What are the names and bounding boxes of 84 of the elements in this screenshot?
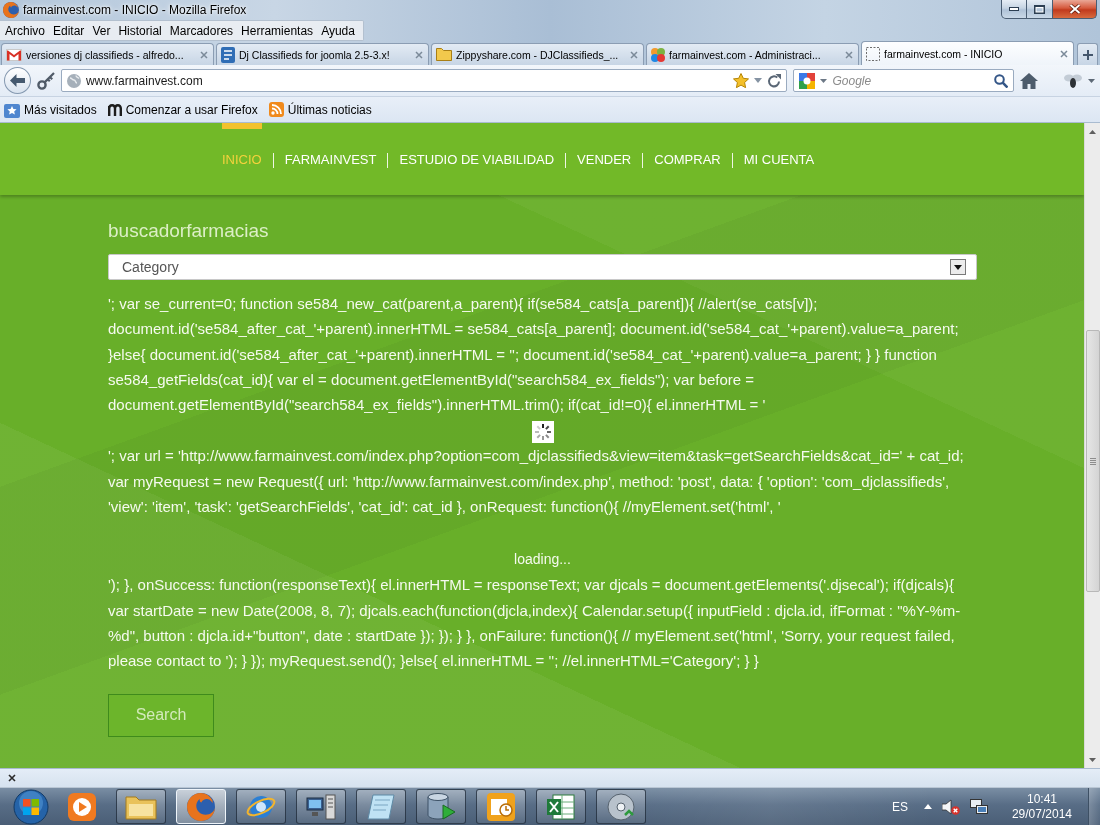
bookmark-link[interactable]: Comenzar a usar Firefox xyxy=(107,102,258,117)
caret-icon[interactable] xyxy=(1088,78,1095,83)
feed-icon xyxy=(268,102,284,117)
search-field[interactable]: Google xyxy=(793,69,1014,92)
monitor-icon xyxy=(306,793,336,820)
taskbar-button[interactable] xyxy=(476,789,526,824)
maximize-button[interactable] xyxy=(1027,0,1053,19)
scrollbar-thumb[interactable] xyxy=(1085,330,1100,592)
new-tab-button[interactable] xyxy=(1077,43,1098,65)
insect-icon[interactable] xyxy=(1064,73,1082,88)
home-icon[interactable] xyxy=(1020,72,1038,89)
menu-item[interactable]: Archivo xyxy=(1,21,49,40)
globe-icon xyxy=(66,73,81,88)
blank-page-icon xyxy=(866,46,880,61)
window-title: farmainvest.com - INICIO - Mozilla Firefox xyxy=(23,3,247,17)
page-icon xyxy=(221,46,235,63)
loading-text: loading... xyxy=(514,550,571,570)
browser-tab[interactable]: farmainvest.com - INICIO xyxy=(861,41,1074,65)
script-text: '; var url = 'http://www.farmainvest.com/index.php?option=com_djclassifieds&view=item&task=getSearchFields&cat_id=' + cat_id; var myRequest = new Request({ url: 'http://www.farmainvest.com/index.php', method: 'post', data: { 'option': 'com_djclassifieds', 'view': 'item', 'task': 'getSearchFields', 'cat_id': cat_id }, onRequest: function(){ //myElement.set('html', ' xyxy=(108,446,965,518)
key-icon[interactable] xyxy=(36,71,55,90)
address-field[interactable]: www.farmainvest.com xyxy=(60,69,788,92)
show-desktop-button[interactable] xyxy=(1088,788,1100,825)
caret-up-icon[interactable] xyxy=(923,804,932,809)
menu-item[interactable]: Historial xyxy=(114,21,166,40)
reload-icon[interactable] xyxy=(767,73,782,88)
browser-tab[interactable]: versiones dj classifieds - alfredo... xyxy=(1,43,214,65)
scroll-down-icon[interactable] xyxy=(1089,757,1096,762)
clock-date[interactable]: 29/07/2014 xyxy=(1011,806,1072,822)
notepad-icon xyxy=(367,793,395,820)
arch-logo-icon xyxy=(107,103,122,116)
back-arrow-icon xyxy=(9,74,25,87)
minimize-button[interactable] xyxy=(1001,0,1027,19)
taskbar-button[interactable] xyxy=(596,789,646,824)
taskbar-button[interactable] xyxy=(416,789,466,824)
disc-icon xyxy=(607,792,635,821)
menu-item[interactable]: Ver xyxy=(88,21,115,40)
close-icon[interactable] xyxy=(8,774,16,782)
folder-icon xyxy=(125,793,157,820)
taskbar-button[interactable] xyxy=(236,789,286,824)
taskbar-button[interactable] xyxy=(356,789,406,824)
bookmark-link[interactable]: Últimas noticias xyxy=(268,102,372,117)
star-icon[interactable] xyxy=(733,73,750,88)
plus-icon xyxy=(1082,49,1093,60)
spreadsheet-icon xyxy=(547,792,575,821)
browser-logo-icon xyxy=(3,2,19,18)
close-icon xyxy=(1068,4,1081,14)
menu-item[interactable]: Herramientas xyxy=(237,21,318,40)
start-orb-icon[interactable] xyxy=(13,788,49,825)
speaker-muted-icon[interactable] xyxy=(941,798,960,815)
browser-tab[interactable]: Dj Classifieds for joomla 2.5-3.x! xyxy=(216,43,429,65)
caret-icon[interactable] xyxy=(754,78,763,83)
knot-icon xyxy=(651,47,665,62)
database-icon xyxy=(426,792,456,821)
script-text: '); }, onSuccess: function(responseText){ el.innerHTML = responseText; var djcals = document.getElements('.djsecal'); if(djcals){ var startDate = new Date(2008, 8, 7); djcals.each(function(djcla,index){ Calendar.setup({ inputField : djcla.id, ifFormat : "%Y-%m-%d", button : djcla.id+"button", date : startDate }); }); } }, onFailure: function(){ // myElement.set('html', 'Sorry, your request failed, please contact to '); } }); myRequest.send(); }else{ el.innerHTML = ''; //el.innerHTML='Category'; } } xyxy=(108,575,962,672)
menu-item[interactable]: Editar xyxy=(49,21,89,40)
taskbar-button[interactable] xyxy=(296,789,346,824)
scroll-up-icon[interactable] xyxy=(1089,129,1096,134)
multicolor-square-icon xyxy=(799,72,816,89)
spinner-icon xyxy=(531,421,554,444)
envelope-clock-icon xyxy=(487,792,515,821)
folder-icon xyxy=(436,48,452,61)
browser-tab[interactable]: Zippyshare.com - DJClassifieds_... xyxy=(431,43,644,65)
bookmark-link[interactable]: Más visitados xyxy=(4,101,97,118)
scrollbar-track[interactable] xyxy=(1084,123,1100,768)
network-icon[interactable] xyxy=(969,798,988,815)
taskbar-button[interactable] xyxy=(536,789,586,824)
menu-item[interactable]: Ayuda xyxy=(317,21,359,40)
module-title: buscadorfarmacias xyxy=(108,219,269,243)
browser-logo-icon xyxy=(187,792,215,821)
caret-icon[interactable] xyxy=(820,78,828,83)
menu-item[interactable]: Marcadores xyxy=(165,21,238,40)
maximize-icon xyxy=(1034,4,1045,14)
search-icon[interactable] xyxy=(994,73,1008,88)
language-indicator[interactable]: ES xyxy=(891,799,908,814)
mail-icon xyxy=(6,48,22,61)
close-button[interactable] xyxy=(1053,0,1097,19)
clock-time[interactable]: 10:41 xyxy=(1026,791,1057,807)
script-text: '; var se_current=0; function se584_new_cat(parent,a_parent){ if(se584_cats[a_parent]){ //alert(se_cats[v]); document.id('se584_after_cat_'+parent).innerHTML = se584_cats[a_parent]; document.id('se584_cat_'+parent).value=a_parent; }else{ document.id('se584_after_cat_'+parent).innerHTML = ''; document.id('se584_cat_'+parent).value=a_parent; } } function se584_getFields(cat_id){ var el = document.getElementById("search584_ex_fields"); var before = document.getElementById("search584_ex_fields").innerHTML.trim(); if(cat_id!=0){ el.innerHTML = ' xyxy=(108,294,960,416)
minimize-icon xyxy=(1009,7,1019,11)
category-select[interactable]: Category xyxy=(108,254,977,280)
back-button[interactable] xyxy=(4,67,31,94)
browser-tab[interactable]: farmainvest.com - Administraci... xyxy=(646,43,859,65)
media-play-icon xyxy=(68,792,96,821)
taskbar-button[interactable] xyxy=(116,789,166,824)
